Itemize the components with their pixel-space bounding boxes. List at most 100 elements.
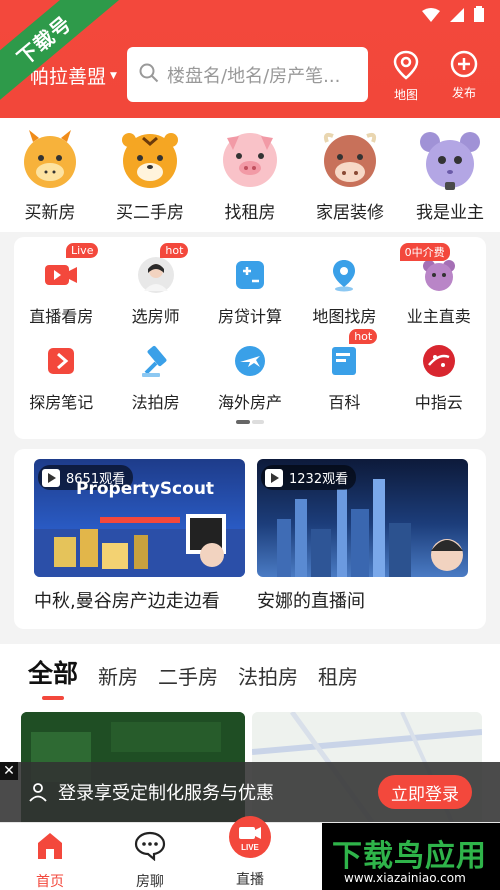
pig-icon xyxy=(219,128,281,190)
category-label: 买二手房 xyxy=(116,203,184,223)
brand-name: 下载鸟应用 xyxy=(332,839,487,874)
service-label: 中指云 xyxy=(414,393,463,412)
city-label: 帕拉善盟 xyxy=(30,66,107,88)
service-owner-sell[interactable]: 0中介费 业主直卖 xyxy=(392,243,486,335)
service-live-house[interactable]: Live 直播看房 xyxy=(14,243,108,335)
play-note-icon xyxy=(43,343,79,379)
home-icon xyxy=(34,831,66,865)
feed-tabs: 全部 新房 二手房 法拍房 租房 xyxy=(0,644,500,700)
live-thumbnail: 8651观看 PropertyScout xyxy=(34,459,245,577)
user-icon xyxy=(28,782,48,802)
mouse-icon xyxy=(419,128,481,190)
watermark-ribbon: 下载号 xyxy=(0,0,121,109)
live-card[interactable]: 1232观看 安娜的直播间 xyxy=(257,459,468,613)
brand-url: www.xiazainiao.com xyxy=(344,871,466,885)
publish-label: 发布 xyxy=(451,86,476,100)
services-pager xyxy=(236,420,264,424)
login-banner: ✕ 登录享受定制化服务与优惠 立即登录 xyxy=(0,762,500,822)
tab-second-hand[interactable]: 二手房 xyxy=(158,661,218,700)
live-section: 8651观看 PropertyScout 中秋,曼谷房产边走边看 1232观看 … xyxy=(14,449,486,629)
tiger-icon xyxy=(119,128,181,190)
signal-icon xyxy=(450,7,464,26)
service-label: 直播看房 xyxy=(29,307,94,326)
category-rent[interactable]: 找租房 xyxy=(200,118,300,232)
chat-icon xyxy=(134,831,166,865)
service-label: 探房笔记 xyxy=(29,393,94,412)
live-title: 安娜的直播间 xyxy=(257,591,365,612)
nav-label: 首页 xyxy=(36,874,64,890)
plane-icon xyxy=(232,343,268,379)
calculator-icon xyxy=(232,257,268,293)
zhongzhi-logo xyxy=(421,343,457,379)
view-count: 1232观看 xyxy=(261,465,357,490)
live-brand: PropertyScout xyxy=(76,479,215,499)
category-label: 找租房 xyxy=(224,203,276,223)
service-overseas[interactable]: 海外房产 xyxy=(203,335,297,421)
nav-chat[interactable]: 房聊 xyxy=(120,831,180,890)
service-agent[interactable]: hot 选房师 xyxy=(108,243,202,335)
service-notes[interactable]: 探房笔记 xyxy=(14,335,108,421)
service-label: 百科 xyxy=(328,393,361,412)
dragon-icon xyxy=(19,128,81,190)
service-label: 选房师 xyxy=(131,307,180,326)
search-placeholder: 楼盘名/地名/房产笔... xyxy=(167,65,341,87)
city-selector[interactable]: 帕拉善盟 ▼ xyxy=(30,62,117,89)
login-banner-text: 登录享受定制化服务与优惠 xyxy=(58,783,274,804)
watermark-brand: 下载鸟应用 www.xiazainiao.com xyxy=(322,823,500,890)
live-thumbnail: 1232观看 xyxy=(257,459,468,577)
service-label: 业主直卖 xyxy=(406,307,471,326)
map-pin-icon xyxy=(326,257,362,293)
tab-auction[interactable]: 法拍房 xyxy=(238,661,298,700)
mouse-mascot-icon xyxy=(421,257,457,293)
tab-all[interactable]: 全部 xyxy=(28,654,78,700)
gavel-icon xyxy=(138,343,174,379)
tab-rent[interactable]: 租房 xyxy=(318,661,358,700)
live-video-icon xyxy=(43,257,79,293)
live-badge: Live xyxy=(66,243,99,258)
play-icon xyxy=(42,468,60,487)
map-label: 地图 xyxy=(393,88,418,102)
svg-text:LIVE: LIVE xyxy=(241,843,259,852)
category-label: 我是业主 xyxy=(416,203,484,223)
hot-badge: hot xyxy=(349,329,378,344)
login-button[interactable]: 立即登录 xyxy=(378,775,472,809)
live-card[interactable]: 8651观看 PropertyScout 中秋,曼谷房产边走边看 xyxy=(34,459,245,613)
publish-button[interactable]: 发布 xyxy=(442,50,486,101)
bottom-nav: 首页 房聊 LIVE 直播 下载鸟应用 www.xiazainiao.com xyxy=(0,816,500,890)
tab-new-house[interactable]: 新房 xyxy=(98,661,138,700)
plus-circle-icon xyxy=(450,50,478,82)
service-map-search[interactable]: 地图找房 xyxy=(297,249,391,335)
nav-home[interactable]: 首页 xyxy=(20,831,80,890)
nav-live[interactable]: LIVE 直播 xyxy=(220,815,280,889)
category-label: 买新房 xyxy=(24,203,76,223)
category-label: 家居装修 xyxy=(316,203,384,223)
service-label: 法拍房 xyxy=(131,393,180,412)
close-icon[interactable]: ✕ xyxy=(0,762,18,780)
services-card: Live 直播看房 hot 选房师 房贷计算 地图找房 0中介费 业主直卖 探房… xyxy=(14,237,486,439)
map-pin-icon xyxy=(393,50,419,84)
status-bar xyxy=(422,6,484,26)
caret-down-icon: ▼ xyxy=(110,70,117,81)
category-second-hand[interactable]: 买二手房 xyxy=(100,118,200,232)
play-icon xyxy=(265,468,283,487)
map-button[interactable]: 地图 xyxy=(384,50,428,103)
wifi-icon xyxy=(422,7,440,26)
service-encyclopedia[interactable]: hot 百科 xyxy=(297,329,391,421)
search-input[interactable]: 楼盘名/地名/房产笔... xyxy=(127,47,368,102)
category-owner[interactable]: 我是业主 xyxy=(400,118,500,232)
category-new-house[interactable]: 买新房 xyxy=(0,118,100,232)
search-icon xyxy=(139,63,159,87)
service-loan-calculator[interactable]: 房贷计算 xyxy=(203,249,297,335)
service-zhongzhi[interactable]: 中指云 xyxy=(392,335,486,421)
zero-fee-badge: 0中介费 xyxy=(399,243,450,261)
service-auction[interactable]: 法拍房 xyxy=(108,335,202,421)
main-categories: 买新房 买二手房 找租房 家居装修 我是业主 xyxy=(0,118,500,232)
book-icon xyxy=(326,343,362,379)
agent-avatar xyxy=(137,257,174,293)
header: 帕拉善盟 ▼ 楼盘名/地名/房产笔... 地图 发布 下载号 xyxy=(0,0,500,118)
nav-label: 房聊 xyxy=(136,874,164,890)
category-decoration[interactable]: 家居装修 xyxy=(300,118,400,232)
service-label: 房贷计算 xyxy=(217,307,282,326)
service-label: 地图找房 xyxy=(312,307,377,326)
live-icon: LIVE xyxy=(228,815,272,863)
